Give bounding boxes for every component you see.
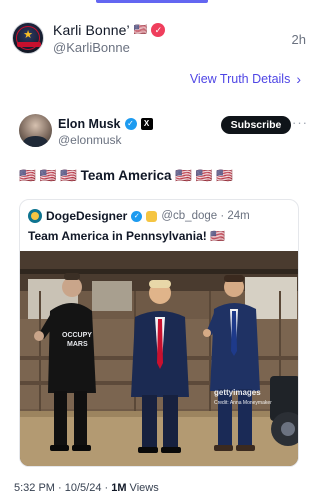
- views-label: Views: [126, 482, 159, 494]
- x-verified-icon: ✓: [124, 118, 137, 130]
- quoted-post[interactable]: DogeDesigner ✓ @cb_doge · 24m Team Ameri…: [19, 199, 299, 467]
- x-author-handle[interactable]: @elonmusk: [58, 133, 122, 147]
- display-name[interactable]: Karli Bonne’: [53, 22, 130, 38]
- top-tab-indicator: [96, 0, 208, 3]
- quoted-verified-icon: ✓: [131, 210, 143, 222]
- quoted-author-name[interactable]: DogeDesigner: [46, 209, 127, 223]
- post-meta-footer: 5:32 PM · 10/5/24 · 1M Views: [14, 482, 159, 494]
- quoted-post-header: DogeDesigner ✓ @cb_doge · 24m: [28, 209, 250, 223]
- photo-watermark: gettyimages: [214, 388, 261, 397]
- x-author-name[interactable]: Elon Musk: [58, 117, 121, 131]
- photo-credit: Credit: Anna Moneymaker: [214, 400, 272, 406]
- view-truth-details-label: View Truth Details: [189, 72, 291, 86]
- views-count: 1M: [111, 482, 127, 494]
- post-datetime: 5:32 PM · 10/5/24 ·: [14, 482, 112, 494]
- view-truth-details-link[interactable]: View Truth Details ›: [190, 72, 301, 86]
- doge-affiliate-icon: [146, 210, 158, 222]
- post-time: 2h: [291, 32, 306, 47]
- post-header: ★ Karli Bonne’ 🇺🇸 ✓ @KarliBonne 2h: [12, 22, 306, 58]
- avatar[interactable]: ★: [12, 22, 44, 54]
- x-logo-icon: X: [140, 118, 153, 130]
- quoted-post-text: Team America in Pennsylvania! 🇺🇸: [28, 229, 226, 243]
- x-author-name-row: Elon Musk ✓ X: [58, 117, 153, 131]
- svg-text:MARS: MARS: [67, 341, 88, 348]
- user-handle[interactable]: @KarliBonne: [53, 40, 130, 55]
- embedded-x-post[interactable]: Elon Musk ✓ X @elonmusk Subscribe ··· 🇺🇸…: [10, 102, 308, 478]
- chevron-right-icon: ›: [296, 71, 301, 87]
- display-name-row: Karli Bonne’ 🇺🇸 ✓: [53, 22, 166, 38]
- quoted-handle-time: @cb_doge · 24m: [161, 210, 250, 222]
- quoted-post-photo[interactable]: OCCUPY MARS gettyimages Credit: Anna Mon…: [20, 251, 298, 466]
- verified-badge-icon: ✓: [151, 23, 166, 37]
- barn-scene-illustration: OCCUPY MARS gettyimages Credit: Anna Mon…: [20, 251, 298, 466]
- more-icon[interactable]: ···: [292, 115, 308, 130]
- x-author-avatar[interactable]: [19, 114, 52, 147]
- embedded-post-text: 🇺🇸 🇺🇸 🇺🇸 Team America 🇺🇸 🇺🇸 🇺🇸: [19, 168, 234, 183]
- quoted-author-avatar[interactable]: [28, 209, 42, 223]
- subscribe-button[interactable]: Subscribe: [221, 116, 291, 134]
- flag-emoji: 🇺🇸: [133, 24, 148, 36]
- svg-text:OCCUPY: OCCUPY: [62, 332, 92, 339]
